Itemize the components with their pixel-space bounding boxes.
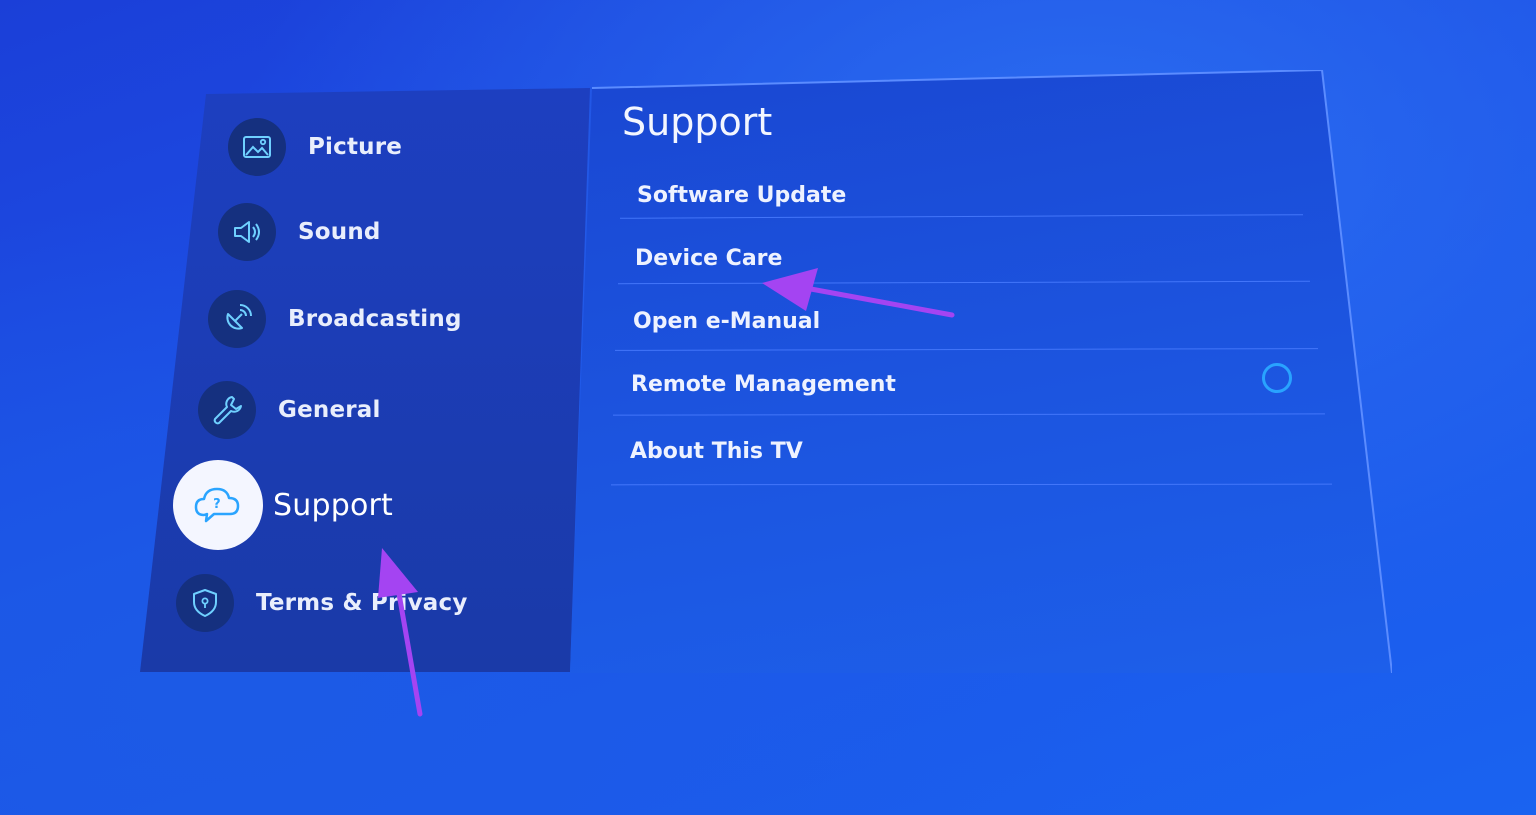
- shield-icon: [176, 574, 234, 632]
- speaker-icon: [218, 203, 276, 261]
- sidebar-item-picture[interactable]: Picture: [228, 118, 402, 176]
- sidebar-item-general[interactable]: General: [198, 381, 381, 439]
- tv-settings-screen: Picture Sound Broadcasting General ? Sup…: [0, 0, 1536, 815]
- option-device-care[interactable]: Device Care: [635, 246, 782, 271]
- satellite-icon: [208, 290, 266, 348]
- sidebar-item-label: General: [278, 397, 381, 423]
- sidebar-item-label: Terms & Privacy: [256, 590, 468, 616]
- sidebar-item-label: Broadcasting: [288, 306, 462, 332]
- sidebar-item-support[interactable]: ? Support: [173, 460, 393, 550]
- option-remote-management[interactable]: Remote Management: [631, 372, 896, 397]
- sidebar-item-label: Picture: [308, 134, 403, 160]
- sidebar-item-label: Sound: [298, 219, 381, 245]
- support-cloud-icon: ?: [173, 460, 263, 550]
- wrench-icon: [198, 381, 256, 439]
- picture-icon: [228, 118, 286, 176]
- option-software-update[interactable]: Software Update: [637, 183, 846, 208]
- remote-management-toggle[interactable]: [1262, 363, 1292, 393]
- option-open-e-manual[interactable]: Open e-Manual: [633, 309, 820, 334]
- sidebar-item-broadcasting[interactable]: Broadcasting: [208, 290, 462, 348]
- option-about-this-tv[interactable]: About This TV: [630, 439, 803, 464]
- sidebar-item-sound[interactable]: Sound: [218, 203, 381, 261]
- page-title: Support: [622, 100, 773, 144]
- sidebar-item-terms-privacy[interactable]: Terms & Privacy: [176, 574, 468, 632]
- sidebar-item-label: Support: [273, 487, 393, 523]
- svg-text:?: ?: [213, 497, 221, 512]
